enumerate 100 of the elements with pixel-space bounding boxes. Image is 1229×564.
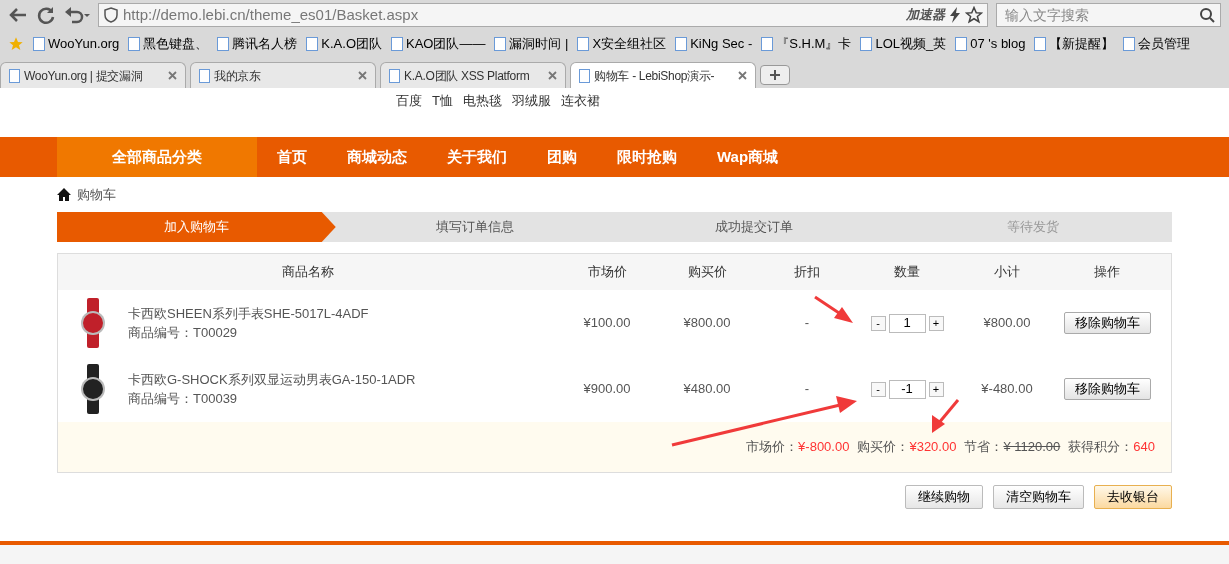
- page-icon: [306, 37, 319, 51]
- hot-search-link[interactable]: 百度: [396, 91, 422, 111]
- close-icon[interactable]: [548, 71, 557, 80]
- discount: -: [803, 380, 811, 399]
- favorites-star-icon[interactable]: [8, 36, 24, 52]
- discount: -: [803, 314, 811, 333]
- star-icon[interactable]: [965, 6, 983, 24]
- action-button[interactable]: 清空购物车: [993, 485, 1084, 509]
- lightning-icon[interactable]: [949, 7, 961, 23]
- browser-tab[interactable]: K.A.O团队 XSS Platform: [380, 62, 566, 88]
- product-name-link[interactable]: 卡西欧SHEEN系列手表SHE-5017L-4ADF: [128, 303, 369, 323]
- quantity-field[interactable]: -1: [888, 379, 926, 399]
- plus-icon[interactable]: [770, 70, 780, 80]
- page-icon: [860, 37, 873, 51]
- bookmark[interactable]: KiNg Sec -: [675, 34, 753, 54]
- page-icon: [494, 37, 507, 51]
- column-header: 数量: [893, 263, 921, 282]
- bookmark[interactable]: X安全组社区: [577, 34, 667, 54]
- page-icon: [675, 37, 688, 51]
- progress-step: 加入购物车: [57, 212, 336, 242]
- summary-label: 获得积分：: [1068, 438, 1134, 457]
- undo-icon[interactable]: [64, 6, 90, 24]
- tab-title: K.A.O团队 XSS Platform: [404, 67, 531, 85]
- tab-title: 购物车 - LebiShop演示-: [594, 67, 716, 85]
- bookmark[interactable]: 【新提醒】: [1034, 34, 1115, 54]
- address-bar[interactable]: http://demo.lebi.cn/theme_es01/Basket.aspx 加速器: [98, 3, 988, 27]
- action-button[interactable]: 继续购物: [905, 485, 983, 509]
- bookmark[interactable]: 07 's blog: [955, 34, 1026, 54]
- bookmark[interactable]: 黑色键盘、: [128, 34, 209, 54]
- url-text: http://demo.lebi.cn/theme_es01/Basket.aspx: [123, 4, 420, 25]
- purchase-price: ¥800.00: [682, 314, 732, 333]
- action-button[interactable]: 去收银台: [1094, 485, 1172, 509]
- market-price: ¥900.00: [582, 380, 632, 399]
- nav-link[interactable]: 关于我们: [427, 137, 527, 177]
- nav-link[interactable]: 团购: [527, 137, 597, 177]
- close-icon[interactable]: [738, 71, 747, 80]
- page-icon: [1123, 37, 1136, 51]
- page-icon: [761, 37, 774, 51]
- hot-search-link[interactable]: 羽绒服: [511, 91, 551, 111]
- progress-step: 成功提交订单: [614, 212, 894, 242]
- back-icon[interactable]: [8, 7, 28, 23]
- quantity-field[interactable]: 1: [888, 313, 926, 333]
- bookmark[interactable]: 会员管理: [1123, 34, 1191, 54]
- column-header: 小计: [993, 263, 1021, 282]
- summary-label: 购买价：: [857, 438, 910, 457]
- summary-value: ¥320.00: [909, 438, 957, 457]
- column-header: 商品名称: [280, 263, 335, 282]
- annotation-arrow: [932, 399, 960, 433]
- bookmark[interactable]: WooYun.org: [33, 34, 120, 54]
- subtotal: ¥-480.00: [980, 380, 1034, 399]
- subtotal: ¥800.00: [982, 314, 1032, 333]
- search-icon[interactable]: [1199, 7, 1215, 23]
- home-icon[interactable]: [57, 188, 71, 201]
- page-icon: [955, 37, 968, 51]
- browser-tab[interactable]: 购物车 - LebiShop演示-: [570, 62, 756, 88]
- summary-label: 节省：: [964, 438, 1004, 457]
- close-icon[interactable]: [168, 71, 177, 80]
- tab-title: 我的京东: [214, 67, 262, 85]
- plus-button[interactable]: +: [928, 315, 944, 331]
- bookmark[interactable]: 『S.H.M』卡: [761, 34, 852, 54]
- bookmark[interactable]: KAO团队——: [391, 34, 486, 54]
- remove-button[interactable]: 移除购物车: [1063, 378, 1151, 400]
- plus-button[interactable]: +: [928, 381, 944, 397]
- bookmark[interactable]: 漏洞时间 |: [494, 34, 569, 54]
- summary-value: ¥ 1120.00: [1003, 438, 1061, 457]
- search-field[interactable]: 输入文字搜索: [996, 3, 1221, 27]
- column-header: 购买价: [686, 263, 728, 282]
- column-header: 折扣: [793, 263, 821, 282]
- accelerator-label[interactable]: 加速器: [906, 5, 945, 25]
- annotation-arrow: [814, 295, 853, 323]
- page-icon: [579, 68, 590, 83]
- summary-label: 市场价：: [746, 438, 799, 457]
- remove-button[interactable]: 移除购物车: [1063, 312, 1151, 334]
- hot-search-link[interactable]: 电热毯: [462, 91, 502, 111]
- product-code: 商品编号：T00039: [128, 390, 239, 408]
- page-icon: [128, 37, 141, 51]
- browser-tab[interactable]: 我的京东: [190, 62, 376, 88]
- product-name-link[interactable]: 卡西欧G-SHOCK系列双显运动男表GA-150-1ADR: [128, 369, 416, 389]
- page-icon: [389, 68, 400, 83]
- breadcrumb-text: 购物车: [77, 185, 116, 204]
- bookmark[interactable]: 腾讯名人榜: [217, 34, 298, 54]
- nav-link[interactable]: 限时抢购: [597, 137, 697, 177]
- minus-button[interactable]: -: [870, 315, 886, 331]
- product-code: 商品编号：T00029: [128, 324, 239, 342]
- hot-search-link[interactable]: T恤: [432, 91, 453, 111]
- close-icon[interactable]: [358, 71, 367, 80]
- nav-link[interactable]: 首页: [257, 137, 327, 177]
- nav-link[interactable]: Wap商城: [697, 137, 799, 177]
- column-header: 市场价: [586, 263, 628, 282]
- new-tab-button[interactable]: [760, 65, 790, 85]
- bookmark[interactable]: LOL视频_英: [860, 34, 947, 54]
- hot-search-link[interactable]: 连衣裙: [560, 91, 600, 111]
- page-icon: [1034, 37, 1047, 51]
- browser-tab[interactable]: WooYun.org | 提交漏洞: [0, 62, 186, 88]
- page-icon: [577, 37, 590, 51]
- reload-icon[interactable]: [36, 5, 56, 25]
- minus-button[interactable]: -: [870, 381, 886, 397]
- nav-link[interactable]: 商城动态: [327, 137, 427, 177]
- tab-title: WooYun.org | 提交漏洞: [24, 67, 144, 85]
- bookmark[interactable]: K.A.O团队: [306, 34, 382, 54]
